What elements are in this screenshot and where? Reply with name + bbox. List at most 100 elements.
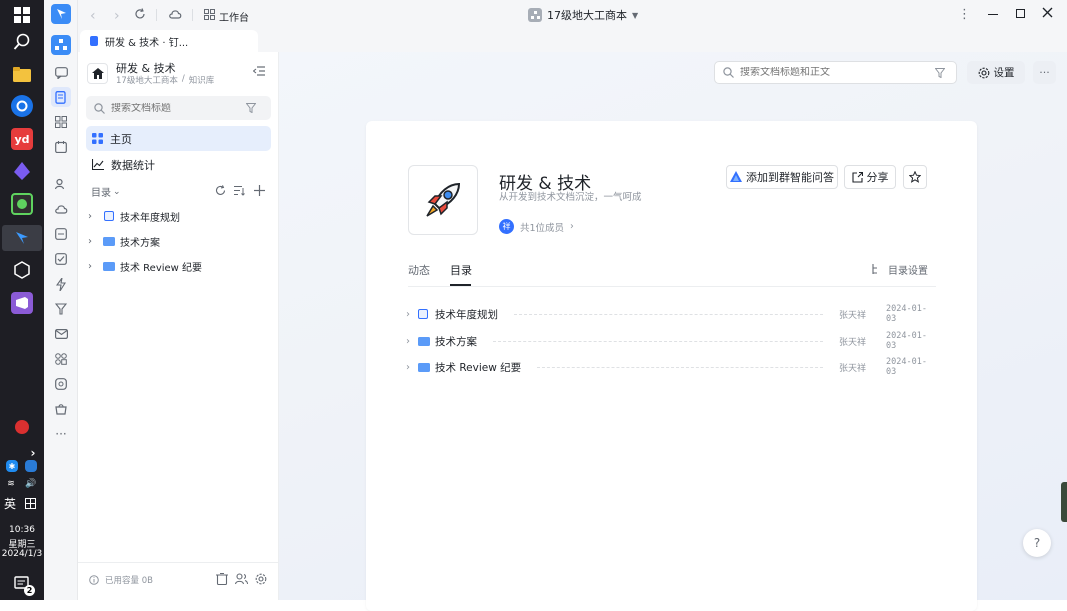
filter-icon[interactable] [246,103,256,113]
favorite-button[interactable] [903,165,927,189]
close-icon[interactable] [1042,7,1053,18]
table-row[interactable]: › 技术 Review 纪要 张天祥 2024-01-03 [406,357,936,377]
chevron-right-icon[interactable]: › [88,261,100,272]
settings-gear-icon[interactable] [255,573,267,585]
approval-icon[interactable] [51,299,71,319]
org-switch-icon[interactable] [51,35,71,55]
unity-icon[interactable] [11,259,33,281]
app-icon-purple[interactable] [11,160,33,182]
shop-icon[interactable] [51,399,71,419]
app-icon-green[interactable] [11,193,33,215]
sort-icon[interactable] [234,185,245,196]
members-icon[interactable] [235,573,248,585]
org-switcher[interactable]: 17级地大工商本 ▼ [528,7,638,23]
doc-search[interactable] [714,61,957,84]
youdao-icon[interactable]: yd [11,128,33,150]
tray-app-icon[interactable] [15,420,29,434]
cloud-icon[interactable] [51,199,71,219]
storage-usage[interactable]: 已用容量 0B [89,574,153,586]
meeting-icon[interactable] [51,374,71,394]
workbench-grid-icon[interactable] [204,9,215,20]
tree-item[interactable]: › 技术年度规划 [86,205,271,227]
clock-date[interactable]: 2024/1/3 [0,549,44,559]
breadcrumb-org[interactable]: 17级地大工商本 [116,74,178,86]
more-apps-icon[interactable]: ··· [51,424,71,444]
notification-icon[interactable]: 2 [11,572,35,596]
ding-icon[interactable] [51,224,71,244]
settings-button[interactable]: 设置 [967,61,1025,84]
more-vertical-icon[interactable]: ⋮ [958,7,971,22]
app-icon-blue[interactable] [11,95,33,117]
chevron-right-icon[interactable]: › [88,211,100,222]
tab-catalog[interactable]: 目录 [450,262,472,278]
sidebar-search-input[interactable] [111,102,246,114]
minimize-icon[interactable] [988,14,998,15]
volume-icon[interactable]: 🔊 [24,477,38,491]
dingtalk-icon[interactable] [2,225,42,251]
chevron-right-icon[interactable]: › [88,236,100,247]
tab-activity[interactable]: 动态 [408,262,430,278]
doc-icon [104,211,114,221]
visual-studio-icon[interactable] [11,292,33,314]
clock-time[interactable]: 10:36 [0,525,44,535]
cloud-home-icon[interactable] [169,8,182,20]
ai-assistant-icon [730,171,742,182]
chevron-down-icon: ⌄ [113,186,121,197]
tab-active[interactable]: 研发 & 技术 · 钉... [80,30,258,52]
forward-icon[interactable]: › [114,8,120,24]
catalog-settings-button[interactable]: 目录设置 [872,262,928,277]
collapse-sidebar-icon[interactable] [253,66,265,76]
members-link[interactable]: 祥 共1位成员 › [499,219,574,234]
add-to-group-qa-button[interactable]: 添加到群智能问答 [726,165,838,189]
notification-count: 2 [24,585,35,596]
refresh-icon[interactable] [215,185,226,196]
message-icon[interactable] [51,63,71,83]
chevron-right-icon[interactable]: › [406,309,418,320]
table-row[interactable]: › 技术年度规划 张天祥 2024-01-03 [406,304,936,324]
windows-start-icon[interactable] [11,4,33,26]
maximize-icon[interactable] [1016,9,1025,18]
apps-icon[interactable] [51,349,71,369]
sidebar-item-home[interactable]: 主页 [86,126,271,151]
sidebar-search[interactable] [86,96,271,120]
org-icon [528,8,542,22]
workbench-label[interactable]: 工作台 [219,9,249,24]
doc-search-input[interactable] [740,67,935,78]
member-count: 共1位成员 [520,222,565,234]
catalog-header[interactable]: 目录 ⌄ [91,184,121,200]
chevron-right-icon[interactable]: › [406,362,418,373]
tree-item[interactable]: › 技术 Review 纪要 [86,255,271,277]
tray-bluetooth-icon[interactable]: ✱ [6,460,18,472]
home-icon[interactable] [87,63,108,84]
flash-icon[interactable] [51,274,71,294]
mail-icon[interactable] [51,324,71,344]
share-button[interactable]: 分享 [844,165,896,189]
more-button[interactable]: ··· [1033,61,1056,84]
filter-icon[interactable] [935,67,945,78]
ime-indicator[interactable]: 英 [2,495,18,511]
catalog-settings-label: 目录设置 [888,266,928,277]
contacts-icon[interactable] [51,174,71,194]
breadcrumb-kb[interactable]: 知识库 [189,74,215,86]
search-icon[interactable] [11,31,33,53]
app-logo-icon[interactable] [51,4,71,24]
calendar-icon[interactable] [51,137,71,157]
tray-dingtalk-icon[interactable] [25,460,37,472]
add-icon[interactable] [254,185,265,196]
sidebar-item-stats[interactable]: 数据统计 [86,152,271,177]
chevron-right-icon[interactable]: › [406,336,418,347]
wifi-icon[interactable]: ≋ [4,477,18,491]
refresh-icon[interactable] [134,8,146,20]
doc-owner: 张天祥 [838,337,866,348]
table-row[interactable]: › 技术方案 张天祥 2024-01-03 [406,331,936,351]
help-button[interactable]: ? [1023,529,1051,557]
docs-icon[interactable] [51,87,71,107]
recycle-bin-icon[interactable] [216,573,228,585]
tree-item[interactable]: › 技术方案 [86,230,271,252]
file-explorer-icon[interactable] [11,63,33,85]
ime-grid-icon[interactable] [22,495,38,511]
todo-icon[interactable] [51,249,71,269]
workbench-icon[interactable] [51,112,71,132]
back-icon[interactable]: ‹ [90,8,96,24]
side-scroll-handle[interactable] [1061,482,1067,522]
